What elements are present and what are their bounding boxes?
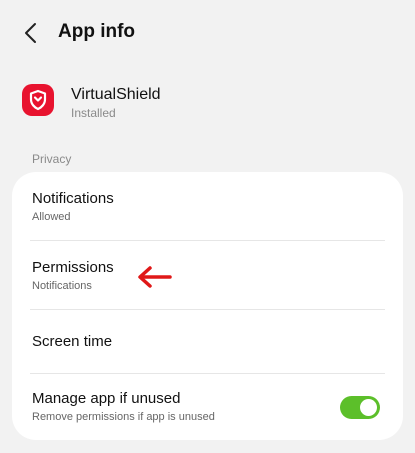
manage-app-if-unused-toggle[interactable] [340, 396, 380, 419]
app-name: VirtualShield [71, 86, 161, 103]
permissions-subtitle: Notifications [32, 280, 92, 292]
toggle-knob [360, 399, 377, 416]
top-app-bar: App info [0, 0, 415, 66]
manage-app-if-unused-subtitle: Remove permissions if app is unused [32, 411, 215, 423]
notifications-row[interactable]: Notifications Allowed [12, 172, 403, 240]
screen-time-row[interactable]: Screen time [12, 310, 403, 373]
app-install-status: Installed [71, 106, 116, 120]
arrow-left-icon [138, 266, 172, 288]
section-header-privacy: Privacy [32, 152, 72, 166]
permissions-title: Permissions [32, 259, 114, 276]
back-button[interactable] [14, 16, 48, 50]
chevron-left-icon [25, 23, 36, 43]
app-icon [22, 84, 54, 116]
page-title: App info [58, 21, 136, 42]
app-header: VirtualShield Installed [0, 76, 415, 128]
permissions-row[interactable]: Permissions Notifications [12, 241, 403, 309]
notifications-title: Notifications [32, 190, 114, 207]
notifications-subtitle: Allowed [32, 211, 71, 223]
shield-icon [29, 89, 47, 111]
screen-time-title: Screen time [32, 333, 113, 350]
manage-app-if-unused-title: Manage app if unused [32, 390, 181, 407]
